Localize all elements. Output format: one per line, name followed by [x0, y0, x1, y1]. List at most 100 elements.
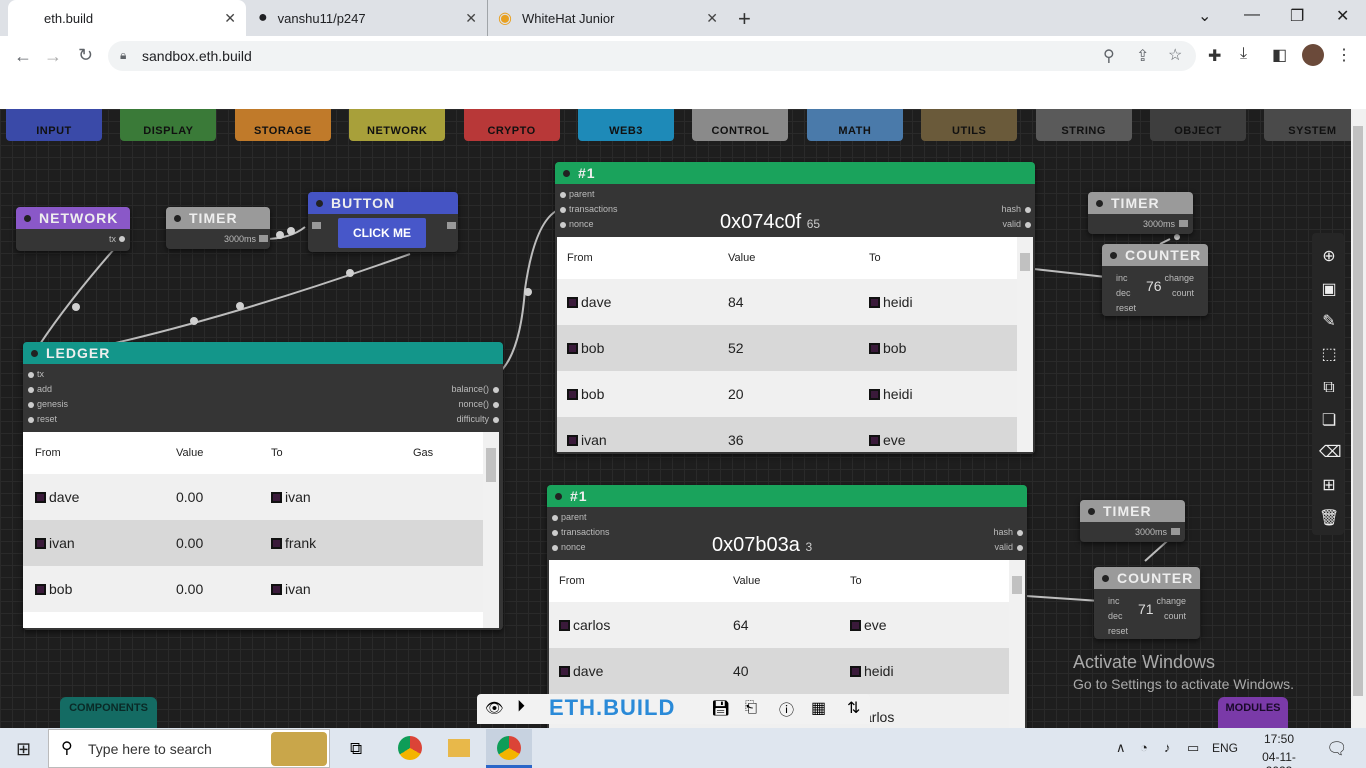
new-tab-button[interactable]: +	[738, 6, 751, 32]
url-text[interactable]: sandbox.eth.build	[142, 48, 252, 64]
sort-icon[interactable]: ⇅	[847, 698, 860, 718]
input-port[interactable]	[28, 402, 34, 408]
zoom-icon[interactable]: ⚲	[1103, 46, 1115, 66]
close-tab-icon[interactable]: ✕	[706, 10, 718, 27]
save-icon[interactable]: 💾︎	[711, 699, 730, 717]
taskbar-search[interactable]: ⚲ Type here to search	[48, 729, 330, 768]
back-icon[interactable]: ←	[14, 46, 32, 67]
clock-date[interactable]: 04-11-2023	[1249, 750, 1309, 768]
node-header[interactable]: COUNTER	[1094, 567, 1200, 589]
graph-canvas[interactable]: INPUT DISPLAY STORAGE NETWORK CRYPTO WEB3 CONT…	[0, 109, 1351, 728]
share-icon[interactable]: ⇪	[1136, 46, 1149, 66]
counter-node[interactable]: COUNTER inc dec reset 76 change count	[1102, 244, 1208, 316]
counter-node[interactable]: COUNTER inc dec reset 71 change count	[1094, 567, 1200, 639]
timer-node[interactable]: TIMER 3000ms	[1088, 192, 1193, 234]
input-port[interactable]	[552, 530, 558, 536]
timer-node[interactable]: TIMER 3000ms	[1080, 500, 1185, 542]
output-port[interactable]	[1017, 545, 1023, 551]
tab-search-icon[interactable]: ⌄	[1198, 6, 1211, 26]
extensions-icon[interactable]: ✚	[1208, 46, 1221, 66]
network-node[interactable]: NETWORK tx	[16, 207, 130, 251]
output-port[interactable]	[1025, 222, 1031, 228]
ledger-node[interactable]: LEDGER tx add genesis reset balance() nonce()…	[23, 342, 503, 630]
forward-icon[interactable]: →	[44, 46, 62, 67]
node-header[interactable]: #1	[547, 485, 1027, 507]
input-port[interactable]	[560, 222, 566, 228]
node-header[interactable]: TIMER	[166, 207, 270, 229]
windows-start-icon[interactable]: ⊞	[16, 739, 31, 760]
close-window-button[interactable]: ✕	[1336, 6, 1349, 26]
node-header[interactable]: #1	[555, 162, 1035, 184]
notifications-icon[interactable]: 🗨︎	[1326, 739, 1348, 759]
node-header[interactable]: TIMER	[1088, 192, 1193, 214]
scroll-thumb[interactable]	[486, 448, 496, 482]
qr-icon[interactable]: ▦	[811, 698, 826, 718]
click-me-button[interactable]: CLICK ME	[338, 218, 426, 248]
tab-whitehat[interactable]: ◉ WhiteHat Junior ✕	[490, 0, 728, 36]
reload-icon[interactable]: ↻	[78, 45, 93, 66]
download-icon[interactable]: ⤓	[1240, 45, 1247, 63]
modules-tab[interactable]: MODULES	[1218, 697, 1288, 728]
output-port[interactable]	[1025, 207, 1031, 213]
info-icon[interactable]: ⓘ	[779, 699, 794, 720]
output-port[interactable]	[447, 222, 456, 229]
profile-avatar[interactable]	[1302, 44, 1324, 66]
volume-icon[interactable]: ♪	[1164, 740, 1171, 755]
scroll-thumb[interactable]	[1020, 253, 1030, 271]
block-node[interactable]: #1 parent transactions nonce hash valid 0x07…	[555, 162, 1035, 454]
input-port[interactable]	[28, 372, 34, 378]
pencil-icon[interactable]: ✎	[1319, 306, 1339, 339]
output-port[interactable]	[493, 402, 499, 408]
tab-github[interactable]: ● vanshu11/p247 ✕	[250, 0, 488, 36]
output-port[interactable]	[493, 417, 499, 423]
input-port[interactable]	[552, 545, 558, 551]
zoom-in-icon[interactable]: ⊕	[1319, 241, 1339, 274]
task-view-icon[interactable]: ⧉	[350, 739, 362, 759]
close-tab-icon[interactable]: ✕	[224, 10, 236, 27]
scroll-thumb[interactable]	[1012, 576, 1022, 594]
bookmark-star-icon[interactable]: ☆	[1168, 45, 1182, 65]
copy-icon[interactable]: ⧉	[1319, 372, 1339, 405]
input-port[interactable]	[28, 387, 34, 393]
input-port[interactable]	[560, 207, 566, 213]
input-port[interactable]	[312, 222, 321, 229]
chrome-icon[interactable]	[398, 736, 422, 760]
address-bar[interactable]	[108, 41, 1196, 71]
timer-node[interactable]: TIMER 3000ms	[166, 207, 270, 249]
components-tab[interactable]: COMPONENTS	[60, 697, 157, 728]
output-port[interactable]	[493, 387, 499, 393]
node-header[interactable]: COUNTER	[1102, 244, 1208, 266]
close-tab-icon[interactable]: ✕	[465, 10, 477, 27]
select-icon[interactable]: ⬚	[1319, 339, 1339, 372]
backspace-icon[interactable]: ⌫	[1319, 437, 1342, 470]
tray-chevron-icon[interactable]: ∧	[1116, 740, 1126, 756]
chrome-active-task[interactable]	[486, 729, 532, 768]
button-node[interactable]: BUTTON CLICK ME	[308, 192, 458, 252]
clock-time[interactable]: 17:50	[1249, 732, 1309, 746]
duplicate-icon[interactable]: ❏	[1319, 405, 1339, 438]
node-header[interactable]: NETWORK	[16, 207, 130, 229]
output-port[interactable]	[259, 235, 268, 242]
block-node[interactable]: #1 parent transactions nonce hash valid 0x07…	[547, 485, 1027, 728]
battery-icon[interactable]: ▭	[1187, 740, 1199, 756]
trash-icon[interactable]: 🗑︎	[1319, 503, 1339, 536]
grid-icon[interactable]: ⊞	[1319, 470, 1339, 503]
side-panel-icon[interactable]: ◧	[1272, 45, 1287, 65]
eye-icon[interactable]: 👁︎	[485, 699, 504, 717]
tab-eth-build[interactable]: eth.build ✕	[8, 0, 246, 36]
wifi-icon[interactable]: ◔	[1140, 740, 1148, 755]
play-icon[interactable]: ⏵	[517, 698, 525, 716]
input-port[interactable]	[28, 417, 34, 423]
page-scroll-thumb[interactable]	[1353, 126, 1363, 696]
file-explorer-icon[interactable]	[448, 739, 470, 757]
image-icon[interactable]: ▣	[1319, 274, 1339, 307]
output-port[interactable]	[1017, 530, 1023, 536]
restore-button[interactable]: ❐	[1290, 6, 1304, 26]
node-header[interactable]: LEDGER	[23, 342, 503, 364]
output-port[interactable]	[1179, 220, 1188, 227]
language-indicator[interactable]: ENG	[1212, 741, 1238, 755]
load-icon[interactable]: ⎗	[745, 699, 757, 716]
output-port[interactable]	[119, 236, 125, 242]
input-port[interactable]	[560, 192, 566, 198]
minimize-button[interactable]: —	[1244, 6, 1260, 24]
